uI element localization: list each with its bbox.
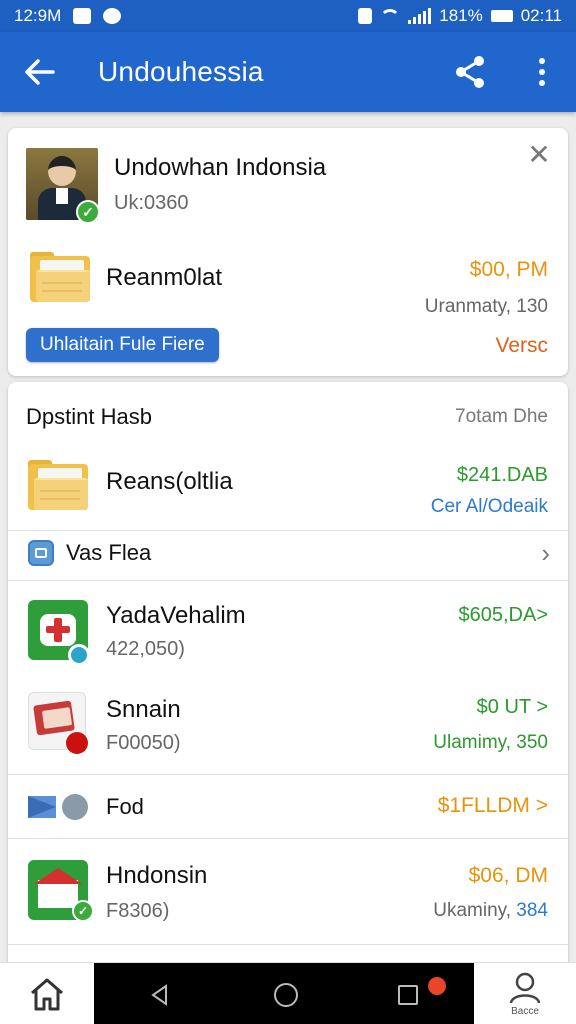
system-home-icon[interactable] xyxy=(274,983,298,1007)
list-item-amount[interactable]: $1FLLDM > xyxy=(438,794,548,818)
list-item-title: Hndonsin xyxy=(106,862,208,889)
list-item-sub: F00050) xyxy=(106,732,181,754)
action-button[interactable]: Uhlaitain Fule Fiere xyxy=(26,328,219,362)
list-item-amount[interactable]: $06, DM xyxy=(469,864,548,888)
profile-card: ✓ Undowhan Indonsia Uk:0360 ✕ Reanm0lat … xyxy=(8,128,568,376)
battery-icon xyxy=(490,10,513,22)
group-icon xyxy=(62,794,88,820)
folder-icon xyxy=(28,460,88,510)
list-header-right[interactable]: 7otam Dhe xyxy=(455,406,548,428)
divider xyxy=(8,838,568,839)
bottom-nav: Bacce xyxy=(0,962,576,1024)
page-title: Undouhessia xyxy=(98,56,264,87)
battery-percent: 181% xyxy=(439,6,483,25)
profile-name: Undowhan Indonsia xyxy=(114,154,327,181)
more-vert-icon[interactable] xyxy=(522,52,562,92)
app-notification-icon xyxy=(103,8,122,24)
divider xyxy=(8,530,568,531)
list-item-title: YadaVehalim xyxy=(106,602,246,629)
list-header-title: Dpstint Hasb xyxy=(26,404,152,429)
status-dot-icon xyxy=(68,644,90,666)
list-item-title: Fod xyxy=(106,794,144,819)
share-icon[interactable] xyxy=(450,52,490,92)
close-icon[interactable]: ✕ xyxy=(524,140,554,170)
profile-tab-label: Bacce xyxy=(511,1005,539,1017)
app-bar: Undouhessia xyxy=(0,32,576,112)
transactions-card: Dpstint Hasb 7otam Dhe Reans(oltlia $241… xyxy=(8,382,568,982)
divider xyxy=(8,944,568,945)
list-item-amount[interactable]: $605,DA> xyxy=(458,604,548,627)
list-item-link[interactable]: Cer Al/Odeaik xyxy=(431,496,548,518)
list-item-meta: Ukaminy, 384 xyxy=(433,900,548,921)
status-time-left: 12:9M xyxy=(14,6,62,25)
list-item-amount[interactable]: $0 UT > xyxy=(477,696,548,719)
version-link[interactable]: Versc xyxy=(495,334,548,358)
list-item-meta: Ulamimy, 350 xyxy=(433,732,548,753)
file-amount: $00, PM xyxy=(469,258,548,281)
divider xyxy=(8,580,568,581)
profile-tab[interactable]: Bacce xyxy=(474,963,576,1024)
system-back-icon[interactable] xyxy=(148,983,172,1012)
verified-check-icon: ✓ xyxy=(76,200,100,224)
divider xyxy=(8,774,568,775)
status-bar: 12:9M 181% 02:11 xyxy=(0,0,576,32)
back-arrow-icon[interactable] xyxy=(0,32,80,112)
profile-icon xyxy=(509,972,541,1003)
notification-badge-icon xyxy=(428,977,446,995)
red-dot-icon xyxy=(66,732,88,754)
wifi-icon xyxy=(380,9,401,23)
home-icon[interactable] xyxy=(0,963,94,1024)
verified-check-icon: ✓ xyxy=(72,900,94,922)
file-icon xyxy=(28,540,54,566)
system-recents-icon[interactable] xyxy=(398,985,418,1005)
list-item-sub: F8306) xyxy=(106,900,170,922)
list-item-amount: $241.DAB xyxy=(456,464,548,486)
file-meta: Uranmaty, 130 xyxy=(424,296,548,317)
signal-icon xyxy=(408,8,432,24)
notification-icon xyxy=(73,8,92,24)
list-item-title: Vas Flea xyxy=(66,540,152,565)
status-time-right: 02:11 xyxy=(520,6,562,25)
list-item-sub: 422,050) xyxy=(106,638,185,660)
list-item-title: Snnain xyxy=(106,696,181,723)
system-nav-bar xyxy=(94,963,474,1024)
file-title[interactable]: Reanm0lat xyxy=(106,264,222,292)
nfc-icon xyxy=(358,8,373,24)
list-item-title: Reans(oltlia xyxy=(106,468,233,495)
profile-id: Uk:0360 xyxy=(114,192,189,214)
chevron-right-icon: › xyxy=(541,538,550,568)
folder-icon xyxy=(30,252,90,302)
mail-icon xyxy=(28,796,56,818)
